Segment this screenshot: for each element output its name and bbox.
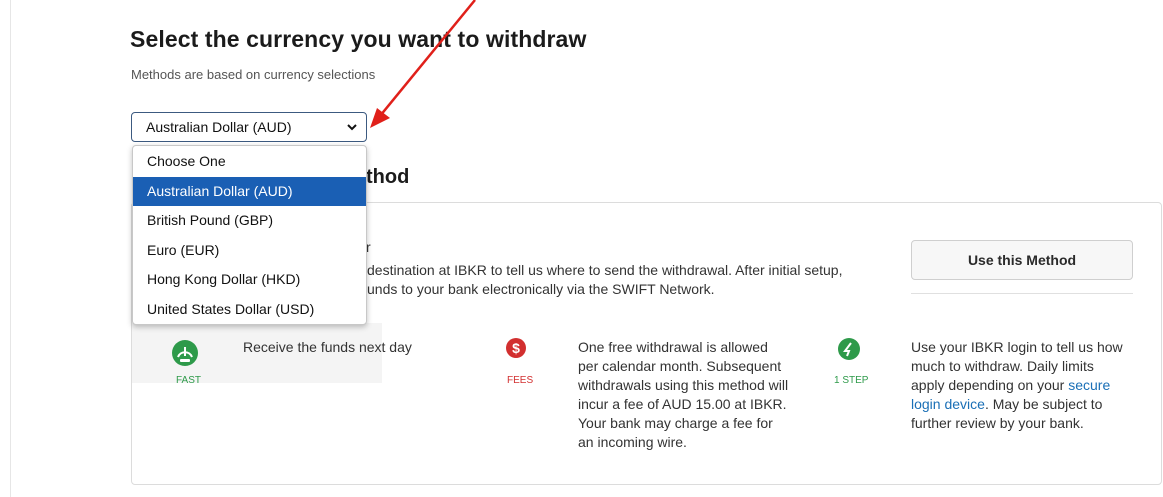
fast-label: FAST — [176, 375, 202, 386]
method-heading: thod — [366, 166, 410, 188]
currency-dropdown-list: Choose One Australian Dollar (AUD) Briti… — [132, 145, 367, 325]
step-line4-text: . May be subject to — [984, 396, 1103, 412]
currency-option-selected[interactable]: Australian Dollar (AUD) — [133, 176, 366, 206]
currency-option[interactable]: United States Dollar (USD) — [133, 295, 366, 325]
secure-login-device-link[interactable]: login device — [911, 396, 985, 412]
fast-text: Receive the funds next day — [243, 339, 412, 355]
left-border — [10, 0, 11, 497]
step-line3: apply depending on your secure — [911, 376, 1110, 395]
fees-line: Your bank may charge a fee for — [578, 415, 773, 431]
currency-option[interactable]: Euro (EUR) — [133, 236, 366, 266]
secure-login-device-link[interactable]: secure — [1068, 377, 1110, 393]
step-line5: further review by your bank. — [911, 415, 1084, 431]
step-label: 1 STEP — [834, 375, 869, 386]
dollar-icon: $ — [506, 338, 526, 358]
page-title: Select the currency you want to withdraw — [130, 26, 587, 52]
speedometer-icon — [172, 340, 198, 366]
fees-line: an incoming wire. — [578, 434, 687, 450]
use-this-method-button[interactable]: Use this Method — [911, 240, 1133, 280]
method-description-line1: destination at IBKR to tell us where to … — [367, 262, 843, 278]
chevron-down-icon — [347, 124, 357, 131]
currency-option[interactable]: Hong Kong Dollar (HKD) — [133, 265, 366, 295]
divider — [911, 293, 1133, 294]
one-step-icon — [838, 338, 860, 360]
step-line3-text: apply depending on your — [911, 377, 1069, 393]
step-line4: login device. May be subject to — [911, 395, 1102, 414]
currency-option[interactable]: Choose One — [133, 147, 366, 177]
fees-line: One free withdrawal is allowed — [578, 339, 768, 355]
svg-text:$: $ — [512, 340, 520, 356]
method-description-line2: unds to your bank electronically via the… — [367, 281, 715, 297]
fees-line: withdrawals using this method will — [578, 377, 789, 393]
step-line1: Use your IBKR login to tell us how — [911, 339, 1123, 355]
page-subtitle: Methods are based on currency selections — [131, 67, 376, 82]
currency-select-value: Australian Dollar (AUD) — [146, 119, 292, 135]
currency-select[interactable]: Australian Dollar (AUD) — [131, 112, 367, 142]
currency-option[interactable]: British Pound (GBP) — [133, 206, 366, 236]
fees-label: FEES — [507, 375, 534, 386]
fees-line: incur a fee of AUD 15.00 at IBKR. — [578, 396, 787, 412]
step-line2: much to withdraw. Daily limits — [911, 358, 1094, 374]
fees-line: per calendar month. Subsequent — [578, 358, 782, 374]
